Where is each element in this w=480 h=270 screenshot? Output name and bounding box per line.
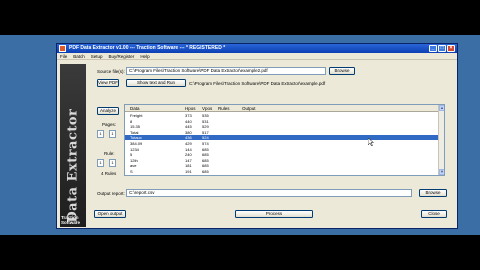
source-browse-button[interactable]: Browse	[329, 67, 355, 75]
mouse-cursor-icon	[368, 138, 374, 146]
maximize-icon[interactable]: □	[438, 45, 446, 52]
cell-data: 15.35	[130, 124, 141, 130]
product-logo: PDF Data Extractor	[65, 108, 81, 227]
cell-hpos: 147	[185, 157, 192, 163]
col-header-output[interactable]: Output	[240, 105, 430, 111]
col-header-vpos[interactable]: Vpos	[200, 105, 216, 111]
cell-data: 12th	[130, 157, 138, 163]
cell-vpos: 685	[202, 157, 209, 163]
menu-buy-register[interactable]: Buy/Register	[109, 53, 135, 59]
close-button[interactable]: Close	[421, 210, 447, 218]
menu-batch[interactable]: Batch	[73, 53, 85, 59]
output-report-input[interactable]: C:\report.csv	[126, 189, 412, 197]
menu-help[interactable]: Help	[140, 53, 149, 59]
col-header-data[interactable]: Data	[128, 105, 183, 111]
analyze-button[interactable]: Analyze	[97, 107, 119, 115]
source-file-input[interactable]: C:\Program Files\Traction Software\PDF D…	[126, 67, 326, 75]
cell-vpos: 685	[202, 152, 209, 158]
cell-vpos: 535	[202, 113, 209, 118]
rules-label: Rule:	[104, 151, 115, 156]
cell-data: 5	[130, 152, 133, 158]
cell-hpos: 380	[185, 129, 192, 135]
cell-vpos: 574	[202, 141, 209, 146]
window-title: PDF Data Extractor v1.00 --- Traction So…	[69, 45, 226, 51]
cell-data: 1234	[130, 146, 139, 152]
table-row[interactable]: 1234 144 685	[125, 147, 439, 152]
cell-vpos: 685	[202, 163, 209, 169]
cell-hpos: 436	[185, 135, 192, 141]
cell-hpos: 181	[185, 163, 192, 169]
cell-vpos: 529	[202, 124, 209, 130]
close-icon[interactable]: ×	[447, 45, 455, 52]
pages-label: Pages:	[102, 122, 117, 127]
table-row[interactable]: 12th 147 685	[125, 158, 439, 163]
scroll-up-icon[interactable]: ▲	[439, 105, 444, 111]
output-report-label: Output report:	[97, 191, 125, 196]
menu-setup[interactable]: Setup	[91, 53, 103, 59]
cell-vpos: 531	[202, 118, 209, 124]
pages-from-field[interactable]: 1	[97, 130, 104, 138]
cell-hpos: 445	[185, 124, 192, 130]
table-row[interactable]: Freight 373 535	[125, 113, 439, 118]
table-row[interactable]: 5 240 685	[125, 152, 439, 157]
cell-data: ave	[130, 163, 137, 169]
table-row[interactable]: S 191 685	[125, 169, 439, 174]
table-row[interactable]: Total 380 517	[125, 130, 439, 135]
grid-scrollbar[interactable]: ▲ ▼	[438, 105, 444, 175]
cell-hpos: 440	[185, 118, 192, 124]
show-text-button[interactable]: Show text and Run	[126, 79, 186, 87]
title-bar[interactable]: PDF Data Extractor v1.00 --- Traction So…	[57, 44, 457, 53]
col-header-rules[interactable]: Rules	[216, 105, 242, 111]
menu-bar: File Batch Setup Buy/Register Help	[57, 53, 457, 60]
cell-hpos: 373	[185, 113, 192, 118]
cell-data: Totaux	[130, 135, 142, 141]
cell-data: S	[130, 169, 133, 174]
rules-from-field[interactable]: 1	[97, 159, 104, 167]
cell-vpos: 524	[202, 135, 209, 141]
data-grid[interactable]: Data Hpos Vpos Rules Output Freight 373 53…	[124, 104, 445, 176]
source-file-label: Source file(s):	[97, 69, 125, 74]
cell-hpos: 240	[185, 152, 192, 158]
cell-data: Total	[130, 129, 139, 135]
brand-name: Traction Software	[61, 215, 85, 225]
cell-data: 384.09	[130, 141, 143, 146]
output-browse-button[interactable]: Browse	[419, 189, 447, 197]
sidebar-logo-panel: PDF Data Extractor Traction Software	[60, 64, 86, 227]
open-output-button[interactable]: Open output	[94, 210, 126, 218]
cell-data: 8	[130, 118, 133, 124]
cell-vpos: 517	[202, 129, 209, 135]
view-pdf-button[interactable]: View PDF	[97, 79, 119, 87]
col-header-hpos[interactable]: Hpos	[183, 105, 199, 111]
table-row[interactable]: 8 440 531	[125, 119, 439, 124]
cell-hpos: 429	[185, 141, 192, 146]
brand-line-2: Software	[61, 220, 81, 225]
table-row[interactable]: ave 181 685	[125, 163, 439, 168]
cell-data: Freight	[130, 113, 143, 118]
process-button[interactable]: Process	[235, 210, 313, 218]
table-row[interactable]: 15.35 445 529	[125, 124, 439, 129]
minimize-icon[interactable]: _	[429, 45, 437, 52]
cell-vpos: 685	[202, 146, 209, 152]
cell-hpos: 191	[185, 169, 192, 174]
rules-count: 4 Rules	[101, 171, 117, 176]
rules-to-field[interactable]: 1	[109, 159, 116, 167]
table-row-selected[interactable]: Totaux 436 524	[125, 135, 439, 141]
scroll-down-icon[interactable]: ▼	[439, 169, 444, 175]
pages-to-field[interactable]: 1	[109, 130, 116, 138]
table-row[interactable]: 384.09 429 574	[125, 141, 439, 146]
menu-file[interactable]: File	[60, 53, 67, 59]
grid-header: Data Hpos Vpos Rules Output	[125, 105, 444, 112]
cell-hpos: 144	[185, 146, 192, 152]
current-file-path: C:\Program Files\Traction Software\PDF D…	[189, 81, 326, 86]
app-icon	[59, 45, 66, 52]
cell-vpos: 685	[202, 169, 209, 174]
